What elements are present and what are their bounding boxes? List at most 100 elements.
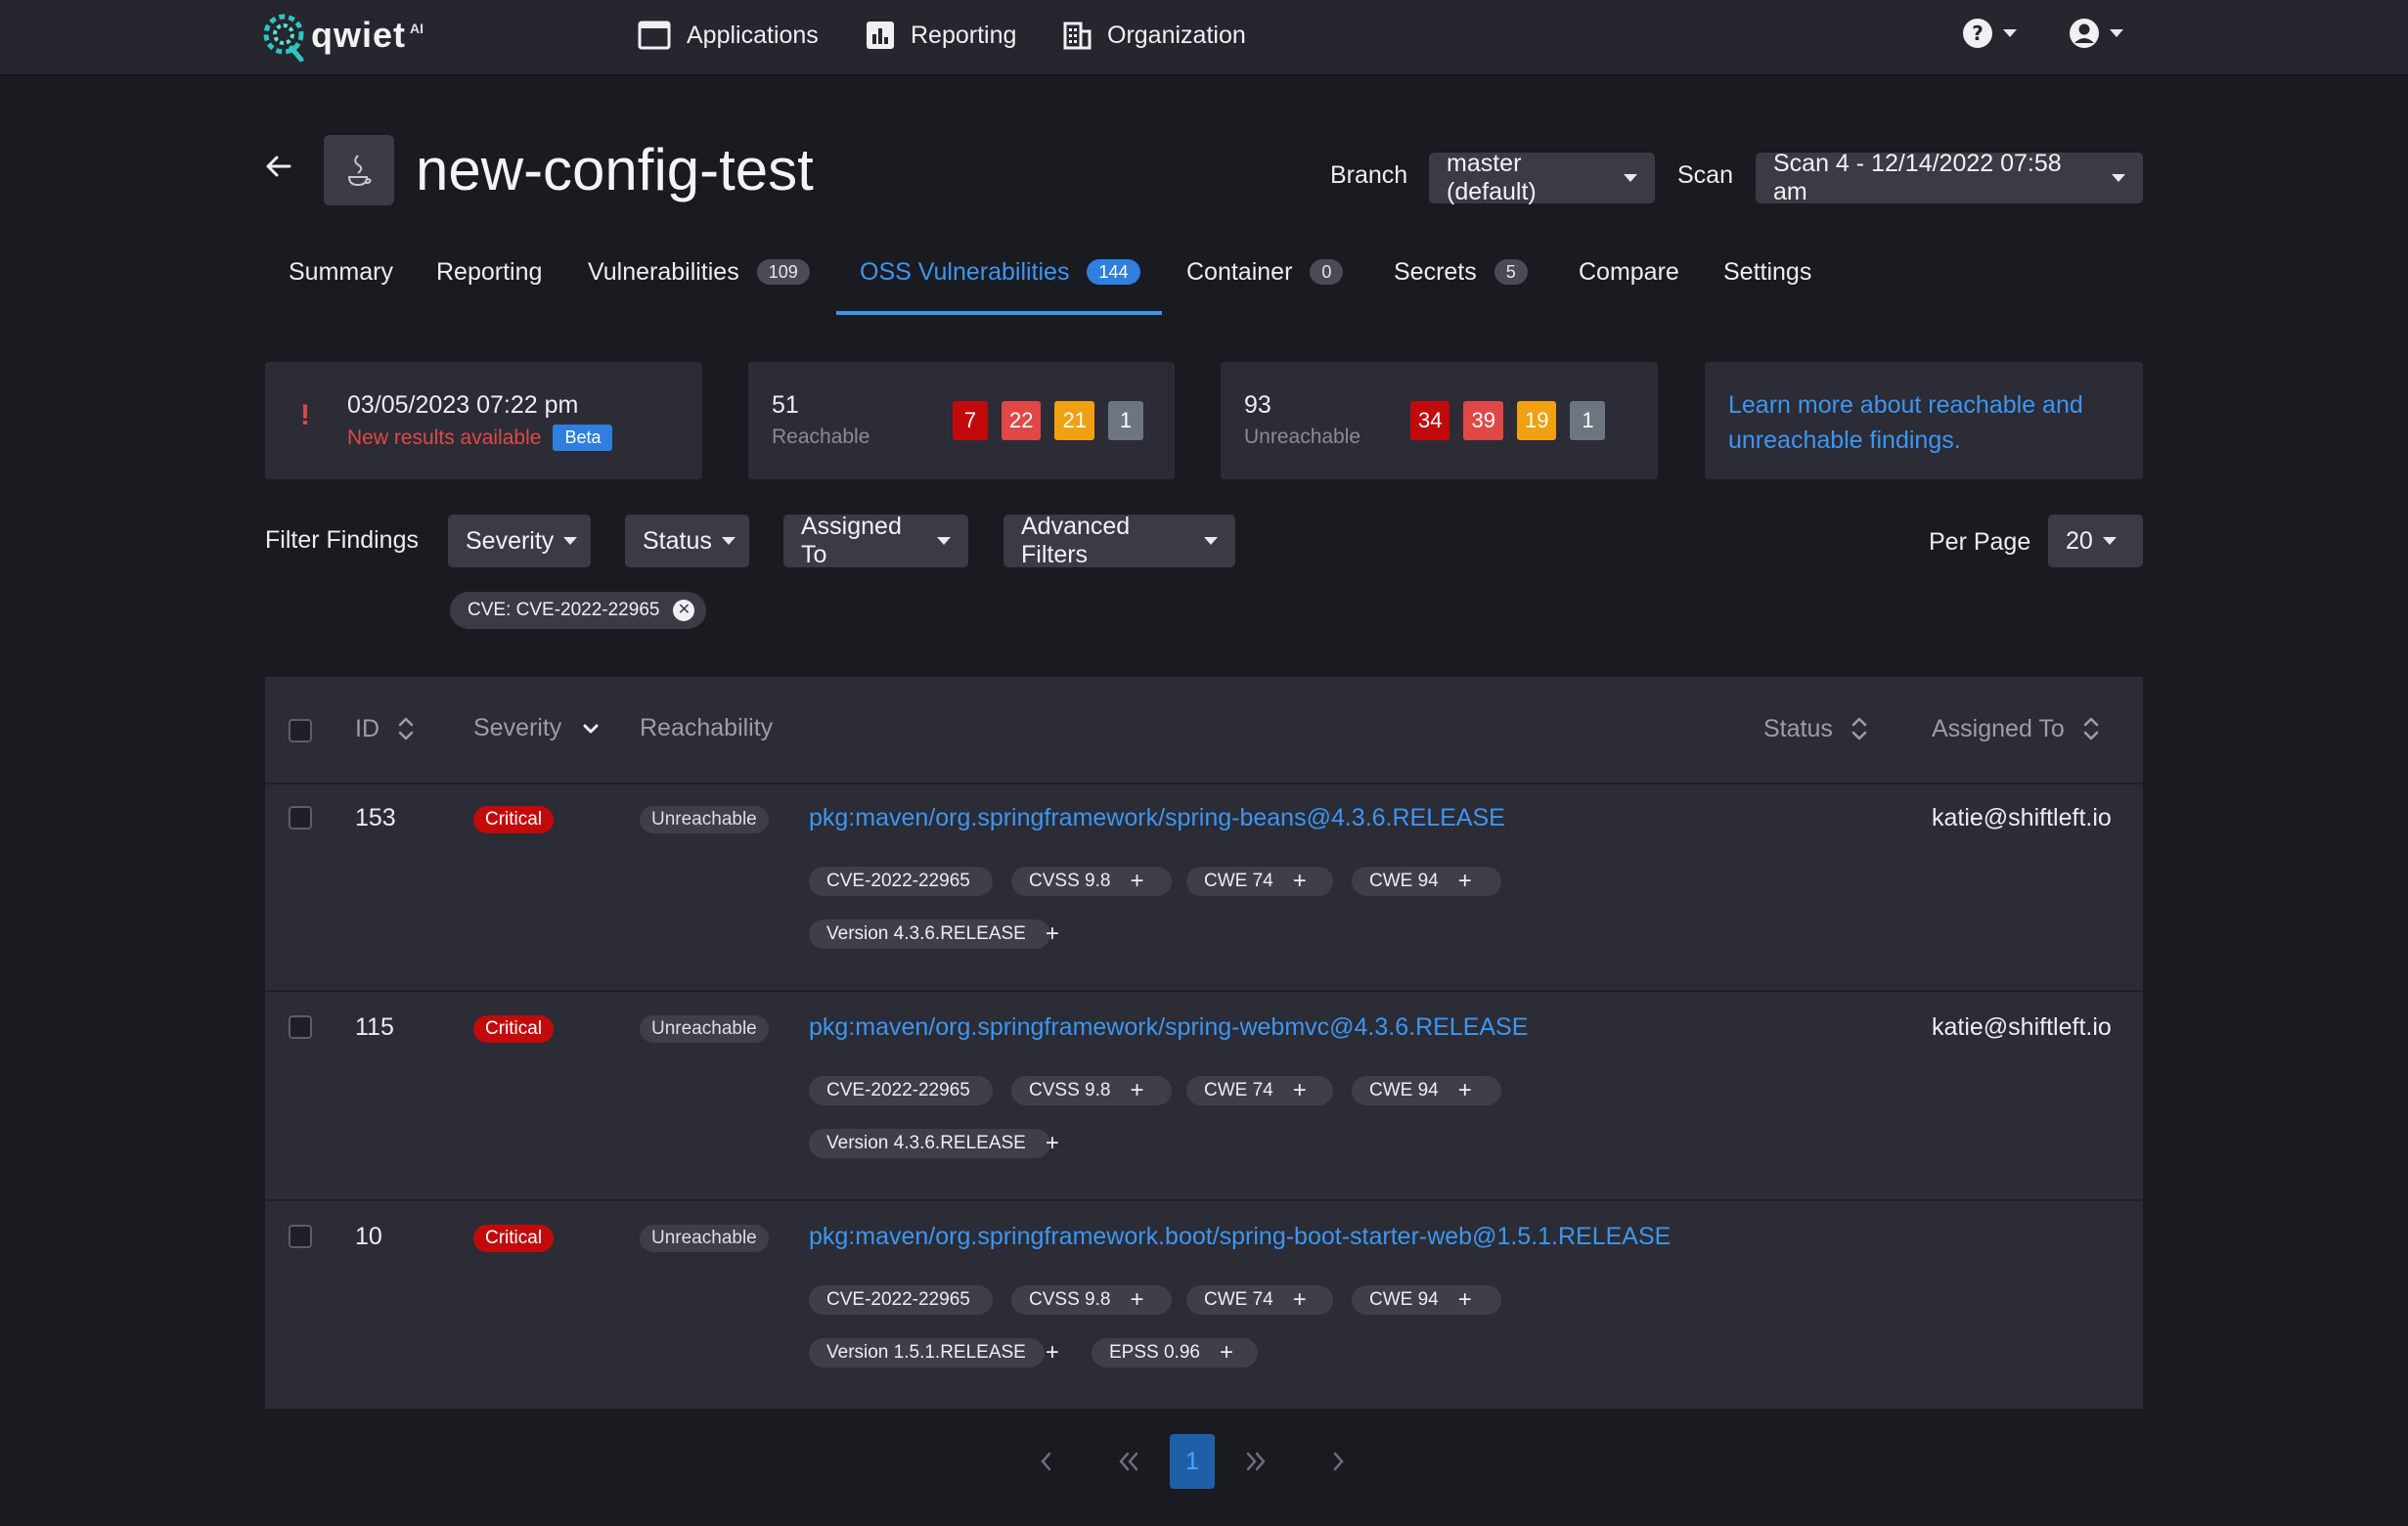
package-link[interactable]: pkg:maven/org.springframework.boot/sprin… — [809, 1223, 1671, 1251]
learn-more-link[interactable]: Learn more about reachable and unreachab… — [1728, 387, 2083, 458]
column-id-label: ID — [355, 714, 379, 742]
severity-filter[interactable]: Severity — [448, 515, 591, 567]
chevron-down-icon — [563, 537, 578, 545]
next-page-button[interactable] — [1320, 1434, 1356, 1489]
alert-date: 03/05/2023 07:22 pm — [347, 391, 579, 419]
logo-swirl-icon — [263, 14, 304, 62]
branch-select[interactable]: master (default) — [1429, 150, 1655, 205]
top-navbar: qwiet AI Applications Reporting Organiza… — [0, 0, 2408, 76]
help-menu[interactable]: ? — [1962, 18, 2017, 49]
qwiet-logo[interactable]: qwiet AI — [262, 6, 424, 65]
assigned-to-filter[interactable]: Assigned To — [783, 513, 968, 568]
tag-label: CWE 94 — [1369, 871, 1439, 891]
first-page-button[interactable] — [1109, 1434, 1148, 1489]
chevron-down-icon — [1624, 174, 1637, 182]
remove-filter-icon[interactable]: ✕ — [673, 600, 695, 621]
critical-count[interactable]: 7 — [953, 401, 988, 440]
cvss-tag[interactable]: CVSS 9.8 + — [1011, 867, 1172, 896]
cve-tag[interactable]: CVE-2022-22965 — [809, 1076, 993, 1105]
row-checkbox[interactable] — [289, 806, 312, 830]
tab-reporting[interactable]: Reporting — [436, 252, 542, 292]
tab-settings[interactable]: Settings — [1723, 252, 1811, 292]
sort-icon — [398, 717, 414, 741]
per-page-select[interactable]: 20 — [2048, 515, 2143, 567]
reachability-badge: Unreachable — [640, 1015, 769, 1043]
nav-organization[interactable]: Organization — [1062, 14, 1246, 57]
page-1-button[interactable]: 1 — [1170, 1434, 1215, 1489]
cwe-tag[interactable]: CWE 74 + — [1186, 1285, 1333, 1315]
status-filter-label: Status — [643, 526, 712, 555]
cwe-tag[interactable]: CWE 94 + — [1352, 1076, 1501, 1105]
tab-vulnerabilities[interactable]: Vulnerabilities 109 — [588, 252, 810, 292]
cve-tag[interactable]: CVE-2022-22965 — [809, 867, 993, 896]
cwe-tag[interactable]: CWE 74 + — [1186, 867, 1333, 896]
plus-icon: + — [1130, 1286, 1144, 1313]
critical-count[interactable]: 34 — [1410, 401, 1450, 440]
per-page-value: 20 — [2066, 526, 2093, 555]
medium-count[interactable]: 21 — [1054, 401, 1094, 440]
user-menu[interactable] — [2069, 18, 2123, 49]
table-row[interactable]: 153 Critical Unreachable pkg:maven/org.s… — [265, 783, 2143, 992]
column-assigned-to[interactable]: Assigned To — [1932, 714, 2100, 743]
table-row[interactable]: 115 Critical Unreachable pkg:maven/org.s… — [265, 992, 2143, 1201]
plus-icon: + — [1045, 1130, 1059, 1156]
nav-applications-label: Applications — [687, 21, 819, 49]
version-tag[interactable]: Version 4.3.6.RELEASE + — [809, 1129, 1059, 1158]
low-count[interactable]: 1 — [1107, 401, 1143, 440]
high-count[interactable]: 39 — [1463, 401, 1503, 440]
tag-label: CWE 94 — [1369, 1289, 1439, 1310]
cvss-tag[interactable]: CVSS 9.8 + — [1011, 1076, 1172, 1105]
advanced-filters[interactable]: Advanced Filters — [1003, 513, 1235, 568]
cwe-tag[interactable]: CWE 94 + — [1352, 867, 1501, 896]
cve-tag[interactable]: CVE-2022-22965 — [809, 1285, 993, 1315]
back-button[interactable] — [264, 152, 293, 186]
plus-icon: + — [1045, 1339, 1059, 1366]
nav-reporting[interactable]: Reporting — [866, 14, 1016, 57]
row-checkbox[interactable] — [289, 1225, 312, 1248]
tag-label: CVE-2022-22965 — [826, 871, 970, 891]
plus-icon: + — [1457, 868, 1472, 894]
table-row[interactable]: 10 Critical Unreachable pkg:maven/org.sp… — [265, 1201, 2143, 1409]
tab-secrets[interactable]: Secrets 5 — [1394, 252, 1528, 292]
nav-organization-label: Organization — [1107, 21, 1246, 49]
plus-icon: + — [1130, 868, 1144, 894]
chevron-down-icon — [2110, 29, 2123, 37]
nav-applications[interactable]: Applications — [638, 14, 819, 57]
select-all-checkbox[interactable] — [289, 719, 312, 742]
column-severity[interactable]: Severity — [473, 714, 601, 742]
severity-badge: Critical — [473, 806, 555, 833]
user-circle-icon — [2070, 19, 2099, 48]
unreachable-card[interactable]: 93 Unreachable 34 39 19 1 — [1221, 362, 1658, 479]
findings-table: ID Severity Reachability Status Assigned… — [265, 677, 2143, 1409]
high-count[interactable]: 22 — [1002, 401, 1042, 440]
package-link[interactable]: pkg:maven/org.springframework/spring-bea… — [809, 804, 1505, 832]
status-filter[interactable]: Status — [625, 515, 749, 567]
cvss-tag[interactable]: CVSS 9.8 + — [1011, 1285, 1172, 1315]
scan-select[interactable]: Scan 4 - 12/14/2022 07:58 am — [1756, 150, 2143, 205]
chevron-down-icon — [2112, 174, 2125, 182]
tab-summary[interactable]: Summary — [289, 252, 393, 292]
package-link[interactable]: pkg:maven/org.springframework/spring-web… — [809, 1013, 1528, 1042]
alert-message-line: New results available Beta — [347, 425, 613, 451]
cwe-tag[interactable]: CWE 74 + — [1186, 1076, 1333, 1105]
last-page-button[interactable] — [1236, 1434, 1275, 1489]
medium-count[interactable]: 19 — [1516, 401, 1557, 440]
low-count[interactable]: 1 — [1570, 401, 1606, 440]
version-tag[interactable]: Version 1.5.1.RELEASE + — [809, 1338, 1059, 1368]
column-status[interactable]: Status — [1763, 714, 1868, 743]
tag-label: CVSS 9.8 — [1029, 871, 1111, 891]
tab-oss-vulnerabilities[interactable]: OSS Vulnerabilities 144 — [860, 252, 1140, 292]
column-id[interactable]: ID — [355, 714, 415, 743]
reachable-card[interactable]: 51 Reachable 7 22 21 1 — [748, 362, 1175, 479]
version-tag[interactable]: Version 4.3.6.RELEASE + — [809, 920, 1059, 949]
row-checkbox[interactable] — [289, 1015, 312, 1039]
prev-page-button[interactable] — [1029, 1434, 1064, 1489]
tab-compare[interactable]: Compare — [1579, 252, 1679, 292]
svg-text:?: ? — [1972, 22, 1984, 45]
new-results-card[interactable]: ! 03/05/2023 07:22 pm New results availa… — [265, 362, 702, 479]
epss-tag[interactable]: EPSS 0.96 + — [1092, 1338, 1258, 1368]
tab-label: Secrets — [1394, 257, 1477, 286]
nav-reporting-label: Reporting — [911, 21, 1017, 49]
tab-container[interactable]: Container 0 — [1186, 252, 1344, 292]
cwe-tag[interactable]: CWE 94 + — [1352, 1285, 1501, 1315]
